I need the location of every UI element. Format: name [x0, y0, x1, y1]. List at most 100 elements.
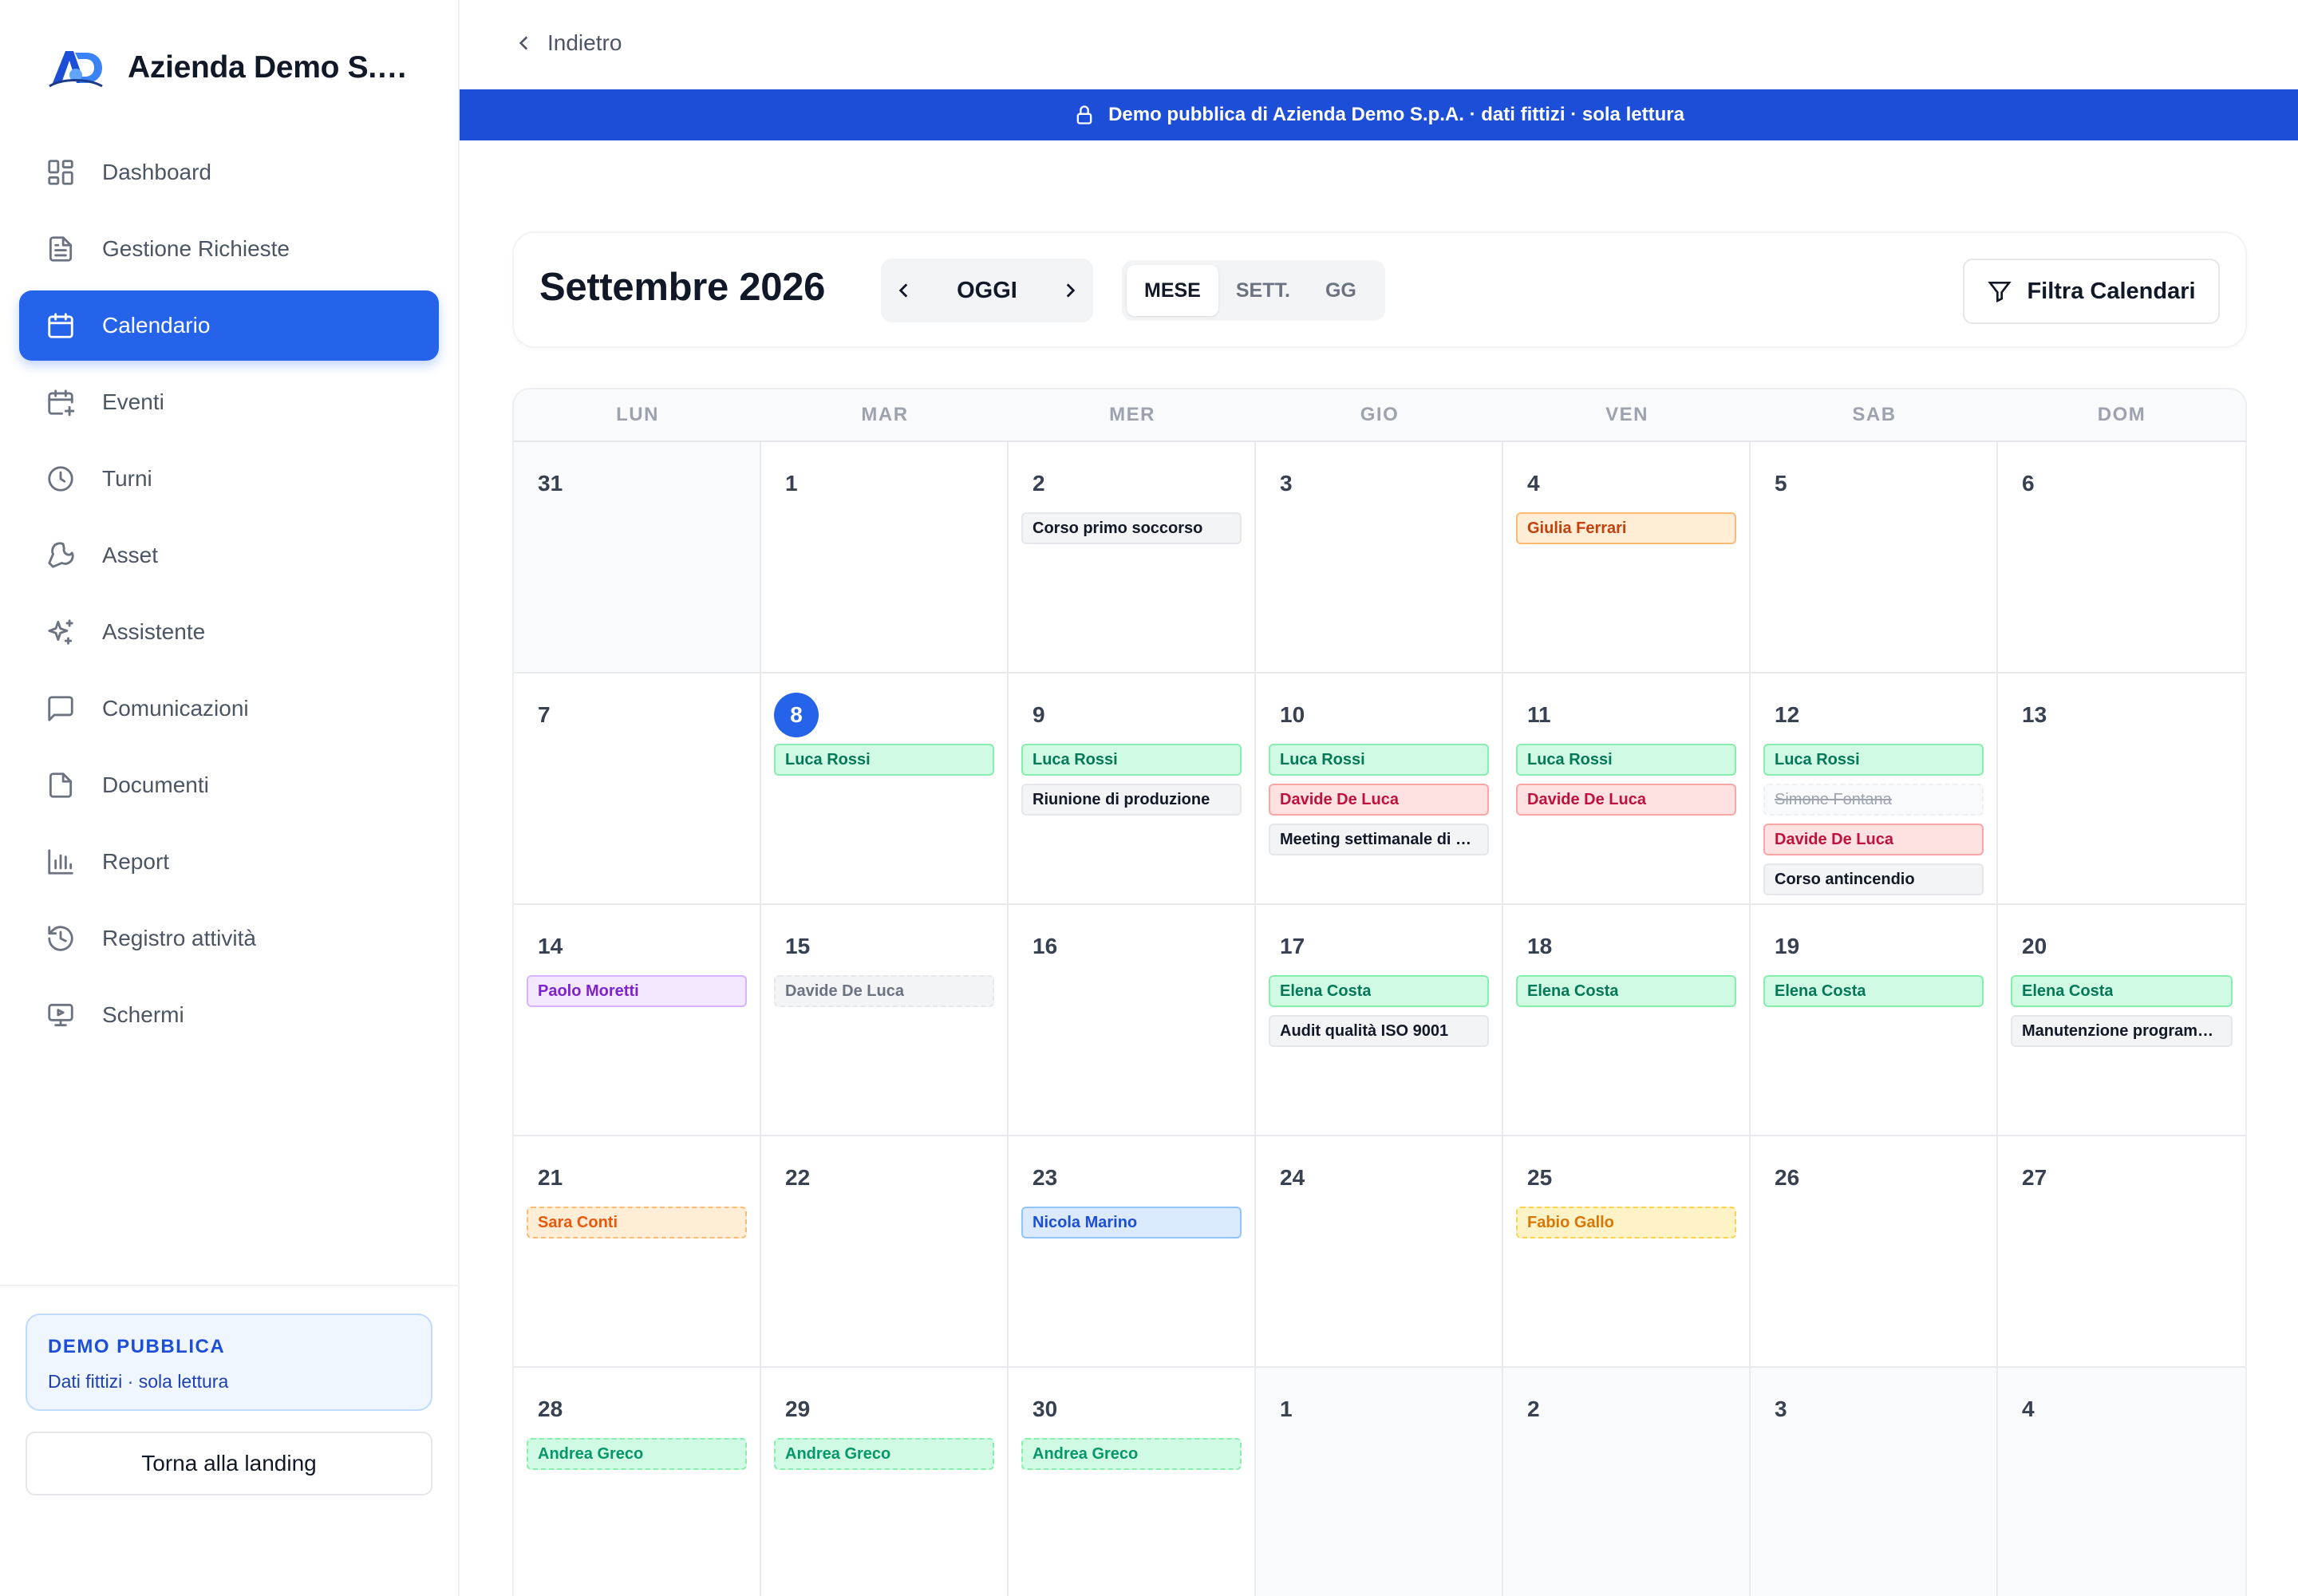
calendar-event[interactable]: Nicola Marino: [1021, 1207, 1242, 1238]
sidebar-item-registro-attivita[interactable]: Registro attività: [19, 903, 439, 974]
calendar-event[interactable]: Luca Rossi: [1269, 744, 1489, 776]
day-cell[interactable]: 7: [514, 674, 761, 905]
day-cell[interactable]: 2 Corso primo soccorso: [1009, 442, 1256, 674]
day-cell[interactable]: 26: [1751, 1136, 1998, 1368]
back-link[interactable]: Indietro: [514, 30, 622, 56]
weekday-label: GIO: [1360, 404, 1400, 425]
day-number: 18: [1516, 924, 1736, 969]
calendar-event[interactable]: Davide De Luca: [1516, 784, 1736, 816]
day-cell[interactable]: 23 Nicola Marino: [1009, 1136, 1256, 1368]
calendar-event[interactable]: Davide De Luca: [1763, 824, 1984, 855]
day-number-text: 2: [1527, 1396, 1540, 1421]
view-month-button[interactable]: MESE: [1127, 265, 1218, 316]
day-cell[interactable]: 16: [1009, 905, 1256, 1136]
calendar-event[interactable]: Davide De Luca: [1269, 784, 1489, 816]
day-number: 27: [2011, 1156, 2233, 1200]
calendar-event[interactable]: Andrea Greco: [527, 1438, 747, 1470]
sidebar-item-report[interactable]: Report: [19, 827, 439, 897]
calendar-event[interactable]: Luca Rossi: [1021, 744, 1242, 776]
calendar-event[interactable]: Corso primo soccorso: [1021, 512, 1242, 544]
today-button[interactable]: OGGI: [927, 278, 1047, 304]
day-cell[interactable]: 24: [1256, 1136, 1503, 1368]
sidebar-item-dashboard[interactable]: Dashboard: [19, 137, 439, 207]
previous-month-button[interactable]: [881, 259, 927, 322]
calendar-event[interactable]: Luca Rossi: [1516, 744, 1736, 776]
day-cell[interactable]: 2: [1503, 1368, 1751, 1596]
calendar-event[interactable]: Elena Costa: [2011, 975, 2233, 1007]
day-cell[interactable]: 20 Elena Costa Manutenzione program…: [1998, 905, 2245, 1136]
day-cell[interactable]: 27: [1998, 1136, 2245, 1368]
calendar-event[interactable]: Sara Conti: [527, 1207, 747, 1238]
day-cell[interactable]: 4: [1998, 1368, 2245, 1596]
filter-calendars-button[interactable]: Filtra Calendari: [1963, 259, 2220, 324]
sidebar-item-eventi[interactable]: Eventi: [19, 367, 439, 437]
day-cell[interactable]: 21 Sara Conti: [514, 1136, 761, 1368]
day-cell[interactable]: 29 Andrea Greco: [761, 1368, 1009, 1596]
day-cell[interactable]: 5: [1751, 442, 1998, 674]
day-cell[interactable]: 3: [1256, 442, 1503, 674]
sidebar-item-comunicazioni[interactable]: Comunicazioni: [19, 674, 439, 744]
day-cell[interactable]: 30 Andrea Greco: [1009, 1368, 1256, 1596]
day-cell[interactable]: 17 Elena Costa Audit qualità ISO 9001: [1256, 905, 1503, 1136]
chat-icon: [45, 693, 77, 725]
day-cell[interactable]: 12 Luca Rossi Simone Fontana Davide De Luca…: [1751, 674, 1998, 905]
calendar-event[interactable]: Audit qualità ISO 9001: [1269, 1015, 1489, 1047]
next-month-button[interactable]: [1047, 259, 1093, 322]
day-number: 26: [1763, 1156, 1984, 1200]
calendar-event[interactable]: Andrea Greco: [774, 1438, 994, 1470]
day-cell[interactable]: 1: [761, 442, 1009, 674]
day-number-text: 18: [1527, 934, 1553, 958]
calendar-event[interactable]: Luca Rossi: [1763, 744, 1984, 776]
day-cell[interactable]: 15 Davide De Luca: [761, 905, 1009, 1136]
day-cell[interactable]: 4 Giulia Ferrari: [1503, 442, 1751, 674]
sidebar-item-gestione-richieste[interactable]: Gestione Richieste: [19, 214, 439, 284]
calendar-event[interactable]: Luca Rossi: [774, 744, 994, 776]
calendar-event[interactable]: Riunione di produzione: [1021, 784, 1242, 816]
sidebar-item-documenti[interactable]: Documenti: [19, 750, 439, 820]
day-number-text: 28: [538, 1396, 563, 1421]
day-number-text: 17: [1280, 934, 1305, 958]
calendar-event[interactable]: Elena Costa: [1269, 975, 1489, 1007]
calendar-event[interactable]: Meeting settimanale di …: [1269, 824, 1489, 855]
calendar-event[interactable]: Paolo Moretti: [527, 975, 747, 1007]
day-cell[interactable]: 18 Elena Costa: [1503, 905, 1751, 1136]
day-cell[interactable]: 1: [1256, 1368, 1503, 1596]
file-icon: [45, 769, 77, 801]
calendar-event[interactable]: Corso antincendio: [1763, 863, 1984, 895]
day-cell[interactable]: 10 Luca Rossi Davide De Luca Meeting settim…: [1256, 674, 1503, 905]
calendar-event[interactable]: Elena Costa: [1763, 975, 1984, 1007]
day-cell[interactable]: 28 Andrea Greco: [514, 1368, 761, 1596]
day-events: Paolo Moretti: [527, 975, 747, 1007]
calendar-event[interactable]: Fabio Gallo: [1516, 1207, 1736, 1238]
day-cell[interactable]: 11 Luca Rossi Davide De Luca: [1503, 674, 1751, 905]
chevron-right-icon: [1066, 283, 1076, 298]
day-cell[interactable]: 22: [761, 1136, 1009, 1368]
sidebar-item-calendario[interactable]: Calendario: [19, 290, 439, 361]
calendar-toolbar: Settembre 2026 OGGI MESE SETT. GG Filtra…: [512, 231, 2247, 348]
sidebar-item-turni[interactable]: Turni: [19, 444, 439, 514]
sidebar-item-assistente[interactable]: Assistente: [19, 597, 439, 667]
day-cell[interactable]: 9 Luca Rossi Riunione di produzione: [1009, 674, 1256, 905]
sidebar-item-asset[interactable]: Asset: [19, 520, 439, 591]
day-cell[interactable]: 6: [1998, 442, 2245, 674]
day-cell[interactable]: 25 Fabio Gallo: [1503, 1136, 1751, 1368]
day-number-text: 13: [2022, 702, 2047, 727]
day-cell[interactable]: 31: [514, 442, 761, 674]
view-day-button[interactable]: GG: [1308, 265, 1374, 316]
calendar-event[interactable]: Andrea Greco: [1021, 1438, 1242, 1470]
day-cell[interactable]: 13: [1998, 674, 2245, 905]
day-cell[interactable]: 14 Paolo Moretti: [514, 905, 761, 1136]
calendar-event[interactable]: Giulia Ferrari: [1516, 512, 1736, 544]
monitor-icon: [45, 999, 77, 1031]
calendar-event[interactable]: Manutenzione program…: [2011, 1015, 2233, 1047]
day-cell[interactable]: 8 Luca Rossi: [761, 674, 1009, 905]
calendar-event[interactable]: Elena Costa: [1516, 975, 1736, 1007]
view-week-button[interactable]: SETT.: [1218, 265, 1308, 316]
calendar-event[interactable]: Davide De Luca: [774, 975, 994, 1007]
sidebar-item-schermi[interactable]: Schermi: [19, 980, 439, 1050]
calendar-event[interactable]: Simone Fontana: [1763, 784, 1984, 816]
brand[interactable]: Azienda Demo S.…: [46, 41, 408, 94]
back-to-landing-button[interactable]: Torna alla landing: [26, 1432, 432, 1495]
day-cell[interactable]: 19 Elena Costa: [1751, 905, 1998, 1136]
day-cell[interactable]: 3: [1751, 1368, 1998, 1596]
